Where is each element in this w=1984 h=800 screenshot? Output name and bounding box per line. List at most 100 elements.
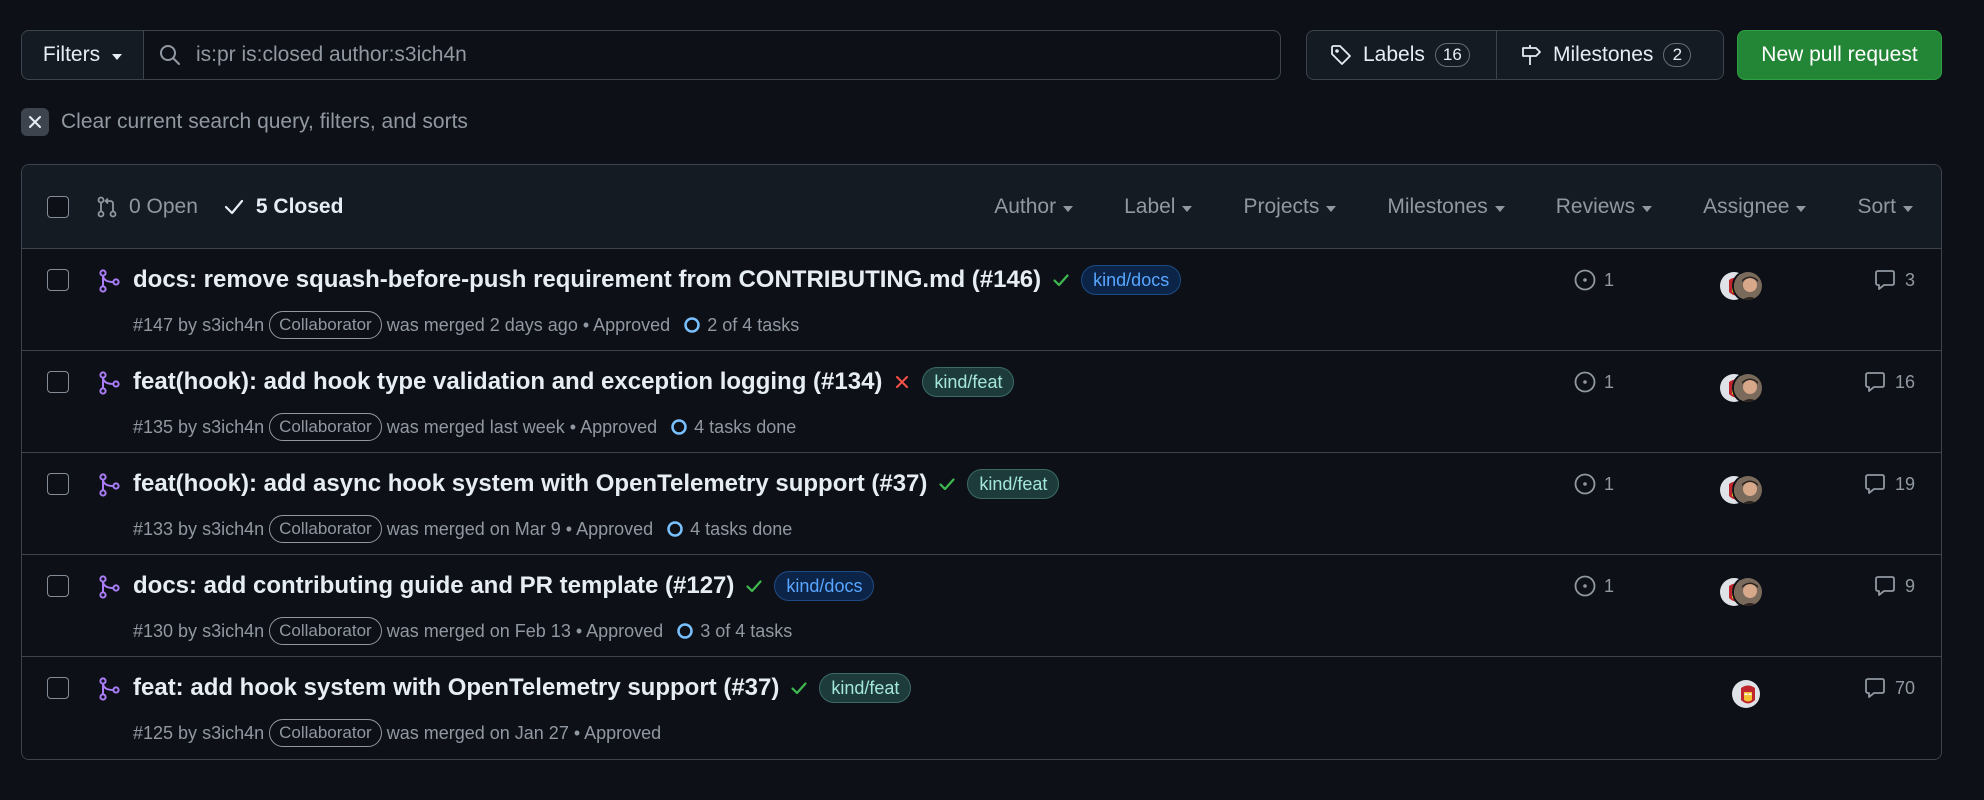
comments-link[interactable]: 9 (1873, 574, 1915, 598)
assignee-avatars[interactable] (1718, 474, 1764, 506)
label-pill[interactable]: kind/feat (819, 673, 912, 703)
chevron-down-icon (1063, 205, 1074, 212)
author-link[interactable]: s3ich4n (202, 417, 264, 438)
avatar (1732, 576, 1764, 608)
select-all-checkbox[interactable] (47, 196, 69, 218)
label-pill[interactable]: kind/docs (774, 571, 875, 601)
author-link[interactable]: s3ich4n (202, 519, 264, 540)
linked-issues[interactable]: 1 (1573, 268, 1614, 292)
merged-info: was merged on Feb 13 • Approved (386, 620, 664, 641)
projects-filter-label: Projects (1243, 195, 1320, 218)
check-icon (222, 195, 246, 219)
label-pill[interactable]: kind/feat (967, 469, 1060, 499)
filters-dropdown-button[interactable]: Filters (22, 31, 144, 79)
linked-issues[interactable]: 1 (1573, 472, 1614, 496)
comments-link[interactable]: 3 (1873, 268, 1915, 292)
author-link[interactable]: s3ich4n (202, 621, 264, 642)
comment-icon (1863, 676, 1887, 700)
check-icon[interactable] (937, 474, 957, 494)
label-filter[interactable]: Label (1124, 195, 1193, 219)
author-filter[interactable]: Author (994, 195, 1074, 219)
comments-link[interactable]: 16 (1863, 370, 1915, 394)
task-progress-text: 4 tasks done (690, 518, 793, 539)
comments-link[interactable]: 70 (1863, 676, 1915, 700)
projects-filter[interactable]: Projects (1243, 195, 1337, 219)
label-pill[interactable]: kind/docs (1081, 265, 1182, 295)
clear-filters-link[interactable]: Clear current search query, filters, and… (21, 108, 468, 136)
avatar (1732, 270, 1764, 302)
row-checkbox[interactable] (47, 677, 69, 699)
progress-circle-icon (666, 520, 684, 538)
open-tab[interactable]: 0 Open (95, 195, 198, 219)
pull-request-icon (95, 195, 119, 219)
search-input[interactable] (196, 43, 1280, 67)
sort-filter[interactable]: Sort (1857, 195, 1913, 219)
pr-title-link[interactable]: feat(hook): add async hook system with O… (133, 470, 927, 498)
new-pull-request-button[interactable]: New pull request (1737, 30, 1942, 80)
pr-meta: #147 by s3ich4n Collaborator was merged … (133, 311, 799, 339)
pr-title-link[interactable]: feat(hook): add hook type validation and… (133, 368, 882, 396)
issue-opened-icon (1573, 472, 1597, 496)
filters-label: Filters (42, 43, 101, 66)
author-link[interactable]: s3ich4n (202, 315, 264, 336)
pr-title-link[interactable]: feat: add hook system with OpenTelemetry… (133, 674, 779, 702)
assignee-avatars[interactable] (1718, 372, 1764, 404)
pull-request-row: feat: add hook system with OpenTelemetry… (22, 657, 1941, 759)
assignee-avatars[interactable] (1718, 270, 1764, 302)
title-line: feat: add hook system with OpenTelemetry… (133, 673, 912, 703)
linked-issues-count: 1 (1604, 269, 1615, 290)
close-icon (21, 108, 49, 136)
assignee-avatars[interactable] (1730, 678, 1762, 710)
state-tabs: 0 Open 5 Closed (95, 165, 343, 249)
pull-request-row: feat(hook): add async hook system with O… (22, 453, 1941, 555)
task-progress[interactable]: 4 tasks done (670, 417, 796, 438)
labels-button[interactable]: Labels 16 (1307, 31, 1497, 79)
milestones-button[interactable]: Milestones 2 (1497, 31, 1713, 79)
progress-circle-icon (670, 418, 688, 436)
comments-link[interactable]: 19 (1863, 472, 1915, 496)
row-checkbox[interactable] (47, 371, 69, 393)
pull-request-list: 0 Open 5 Closed Author Label Projects Mi… (21, 164, 1942, 760)
role-badge: Collaborator (269, 719, 382, 747)
role-badge: Collaborator (269, 515, 382, 543)
row-checkbox[interactable] (47, 575, 69, 597)
task-progress[interactable]: 3 of 4 tasks (676, 621, 792, 642)
check-icon[interactable] (789, 678, 809, 698)
label-filter-label: Label (1124, 195, 1176, 218)
pr-title-link[interactable]: docs: remove squash-before-push requirem… (133, 266, 1041, 294)
assignee-filter[interactable]: Assignee (1703, 195, 1807, 219)
row-checkbox[interactable] (47, 473, 69, 495)
linked-issues[interactable]: 1 (1573, 574, 1614, 598)
check-icon[interactable] (744, 576, 764, 596)
label-pill[interactable]: kind/feat (922, 367, 1015, 397)
closed-tab[interactable]: 5 Closed (222, 195, 343, 219)
pull-request-row: feat(hook): add hook type validation and… (22, 351, 1941, 453)
linked-issues-count: 1 (1604, 575, 1615, 596)
avatar (1732, 474, 1764, 506)
title-line: docs: add contributing guide and PR temp… (133, 571, 875, 601)
reviews-filter[interactable]: Reviews (1556, 195, 1653, 219)
pr-title-link[interactable]: docs: add contributing guide and PR temp… (133, 572, 734, 600)
linked-issues-count: 1 (1604, 371, 1615, 392)
task-progress-text: 3 of 4 tasks (700, 620, 793, 641)
toolbar: Filters Labels 16 Milestones 2 New pull … (21, 30, 1942, 80)
merged-info: was merged 2 days ago • Approved (386, 314, 671, 335)
issue-opened-icon (1573, 370, 1597, 394)
role-badge: Collaborator (269, 413, 382, 441)
x-icon[interactable] (892, 372, 912, 392)
pull-request-rows: docs: remove squash-before-push requirem… (22, 249, 1941, 759)
title-line: feat(hook): add async hook system with O… (133, 469, 1060, 499)
issue-opened-icon (1573, 268, 1597, 292)
task-progress[interactable]: 4 tasks done (666, 519, 792, 540)
task-progress[interactable]: 2 of 4 tasks (683, 315, 799, 336)
row-checkbox[interactable] (47, 269, 69, 291)
assignee-filter-label: Assignee (1703, 195, 1790, 218)
linked-issues[interactable]: 1 (1573, 370, 1614, 394)
milestones-filter[interactable]: Milestones (1387, 195, 1505, 219)
assignee-avatars[interactable] (1718, 576, 1764, 608)
check-icon[interactable] (1051, 270, 1071, 290)
open-count-label: 0 Open (129, 195, 198, 218)
avatar (1732, 372, 1764, 404)
author-link[interactable]: s3ich4n (202, 723, 264, 744)
merged-info: was merged last week • Approved (386, 416, 658, 437)
